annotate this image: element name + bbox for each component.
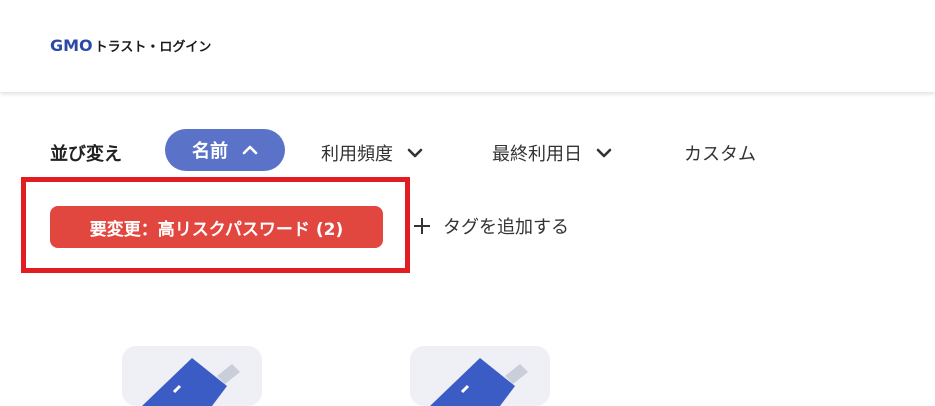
sort-option-label: 名前 (192, 141, 228, 162)
chevron-down-icon (596, 144, 612, 163)
app-card[interactable] (122, 346, 262, 406)
app-card[interactable] (410, 346, 550, 406)
add-tag-label: タグを追加する (443, 217, 569, 238)
sort-label: 並び変え (50, 144, 122, 165)
logo[interactable]: GMO トラスト・ログイン (50, 36, 211, 55)
sort-option-label: カスタム (684, 144, 756, 165)
chevron-up-icon (242, 141, 258, 160)
plus-icon (413, 212, 431, 240)
add-tag-button[interactable]: タグを追加する (413, 212, 569, 240)
logo-product: トラスト・ログイン (94, 40, 212, 55)
app-icon (430, 358, 528, 406)
chevron-down-icon (407, 144, 423, 163)
sort-option-custom[interactable]: カスタム (684, 140, 756, 166)
sort-option-label: 利用頻度 (321, 144, 393, 165)
app-icon (142, 358, 240, 406)
sort-option-frequency[interactable]: 利用頻度 (321, 140, 423, 166)
sort-option-label: 最終利用日 (492, 144, 582, 165)
sort-option-name[interactable]: 名前 (165, 129, 285, 171)
app-header: GMO トラスト・ログイン (0, 0, 935, 92)
sort-bar: 並び変え 名前 利用頻度 最終利用日 カスタム (0, 127, 935, 173)
sort-option-last-used[interactable]: 最終利用日 (492, 140, 612, 166)
tag-high-risk-password[interactable]: 要変更：高リスクパスワード (2) (50, 206, 383, 248)
logo-brand: GMO (50, 36, 93, 55)
